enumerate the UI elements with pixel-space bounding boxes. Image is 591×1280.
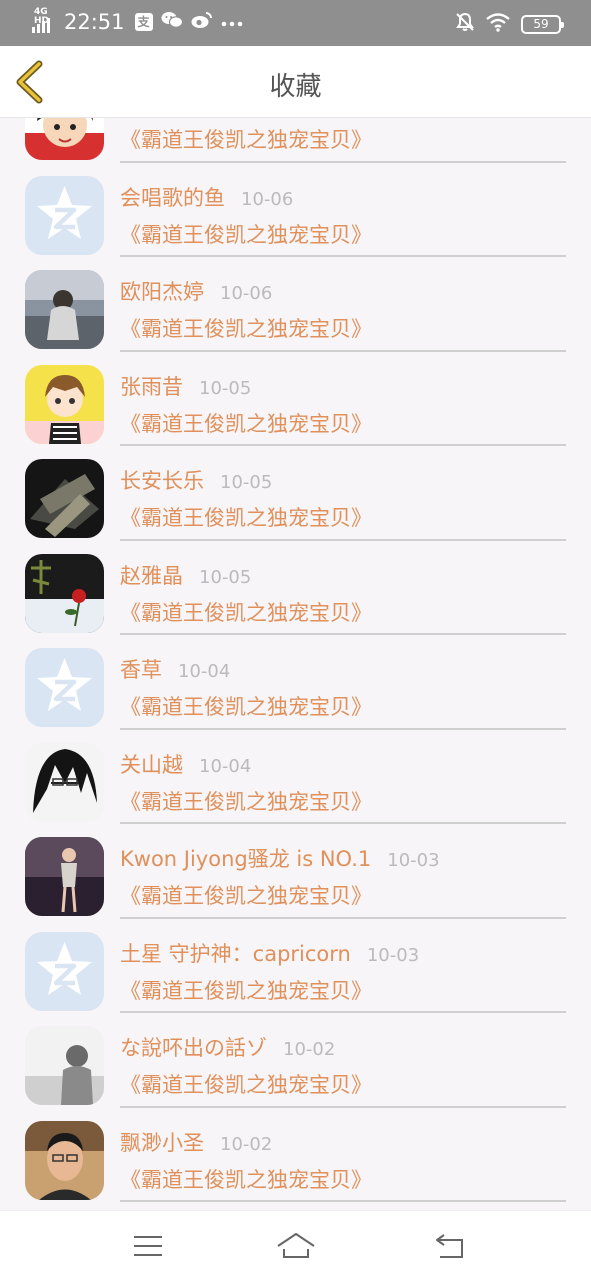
avatar[interactable]	[25, 459, 104, 538]
favorite-date: 10-06	[220, 283, 273, 304]
avatar[interactable]	[25, 364, 104, 444]
avatar[interactable]	[25, 1120, 104, 1200]
favorite-date: 10-05	[220, 472, 273, 493]
menu-icon	[134, 1236, 162, 1256]
favorite-story-link[interactable]: 《霸道王俊凯之独宠宝贝》	[120, 691, 372, 721]
user-name: 欧阳杰婷	[120, 280, 204, 304]
user-name: Kwon Jiyong骚龙 is NO.1	[120, 847, 372, 871]
home-icon	[277, 1233, 315, 1258]
favorite-date: 10-06	[241, 188, 294, 210]
user-name: 张雨昔	[120, 374, 183, 399]
list-item[interactable]: 香草 10-04 《霸道王俊凯之独宠宝贝》	[0, 635, 591, 730]
user-name: 长安长乐	[120, 469, 204, 493]
list-item[interactable]: 长安长乐 10-05 《霸道王俊凯之独宠宝贝》	[0, 446, 591, 541]
list-item[interactable]: Kwon Jiyong骚龙 is NO.1 10-03 《霸道王俊凯之独宠宝贝》	[0, 824, 591, 919]
page-title: 收藏	[269, 72, 322, 102]
avatar[interactable]	[25, 1026, 104, 1105]
avatar[interactable]	[25, 931, 104, 1011]
cellular-signal-icon: 4G HD	[32, 8, 58, 36]
menu-button[interactable]	[130, 1229, 166, 1263]
user-name: 香草	[120, 658, 162, 682]
favorite-date: 10-05	[199, 566, 252, 588]
avatar[interactable]	[25, 553, 104, 633]
wifi-icon	[485, 12, 511, 36]
avatar[interactable]	[25, 118, 104, 160]
avatar[interactable]	[25, 648, 104, 727]
status-bar: 4G HD 22:51 支 59	[0, 0, 591, 46]
list-item[interactable]: 土星 守护神：capricorn 10-03 《霸道王俊凯之独宠宝贝》	[0, 919, 591, 1013]
mute-bell-icon	[455, 12, 475, 36]
favorite-story-link[interactable]: 《霸道王俊凯之独宠宝贝》	[120, 502, 372, 532]
clock: 22:51	[64, 10, 125, 34]
list-item[interactable]: 飘渺小圣 10-02 《霸道王俊凯之独宠宝贝》	[0, 1108, 591, 1202]
favorite-story-link[interactable]: 《霸道王俊凯之独宠宝贝》	[120, 597, 372, 627]
list-item[interactable]: 张雨昔 10-05 《霸道王俊凯之独宠宝贝》	[0, 352, 591, 446]
status-right: 59	[455, 12, 564, 36]
favorite-date: 10-04	[199, 755, 252, 777]
favorite-date: 10-02	[283, 1039, 336, 1060]
user-name: 关山越	[120, 752, 183, 777]
favorite-date: 10-02	[220, 1133, 273, 1155]
list-item[interactable]: 关山越 10-04 《霸道王俊凯之独宠宝贝》	[0, 730, 591, 824]
return-icon	[436, 1234, 463, 1258]
favorite-story-link[interactable]: 《霸道王俊凯之独宠宝贝》	[120, 408, 372, 438]
favorite-date: 10-03	[366, 944, 420, 966]
weibo-icon	[191, 11, 213, 33]
more-dots-icon	[221, 13, 243, 31]
list-item[interactable]: 《霸道王俊凯之独宠宝贝》	[0, 118, 591, 163]
favorite-story-link[interactable]: 《霸道王俊凯之独宠宝贝》	[120, 219, 372, 249]
favorite-date: 10-05	[199, 377, 252, 399]
status-left: 4G HD 22:51 支	[32, 8, 243, 36]
list-item[interactable]: 会唱歌的鱼 10-06 《霸道王俊凯之独宠宝贝》	[0, 163, 591, 257]
favorite-story-link[interactable]: 《霸道王俊凯之独宠宝贝》	[120, 880, 372, 910]
battery-indicator: 59	[521, 14, 564, 34]
bottom-nav-bar	[0, 1210, 591, 1280]
list-item[interactable]: 欧阳杰婷 10-06 《霸道王俊凯之独宠宝贝》	[0, 257, 591, 352]
favorite-story-link[interactable]: 《霸道王俊凯之独宠宝贝》	[120, 313, 372, 343]
avatar[interactable]	[25, 742, 104, 822]
avatar[interactable]	[25, 837, 104, 916]
favorites-list[interactable]: 《霸道王俊凯之独宠宝贝》 会唱歌的鱼 10-06 《霸道王俊凯之独宠宝贝》 欧阳…	[0, 118, 591, 1210]
favorite-story-link[interactable]: 《霸道王俊凯之独宠宝贝》	[120, 786, 372, 816]
divider	[120, 1200, 566, 1202]
user-name: 土星 守护神：capricorn	[120, 941, 351, 966]
user-name: 会唱歌的鱼	[120, 185, 225, 210]
list-item[interactable]: な說吥出の話ゾ 10-02 《霸道王俊凯之独宠宝贝》	[0, 1013, 591, 1108]
favorite-story-link[interactable]: 《霸道王俊凯之独宠宝贝》	[120, 124, 372, 154]
user-name: な說吥出の話ゾ	[120, 1036, 267, 1060]
favorite-date: 10-04	[178, 661, 231, 682]
home-button[interactable]	[276, 1229, 316, 1263]
list-item[interactable]: 赵雅晶 10-05 《霸道王俊凯之独宠宝贝》	[0, 541, 591, 635]
wechat-icon	[161, 11, 183, 33]
favorite-story-link[interactable]: 《霸道王俊凯之独宠宝贝》	[120, 1164, 372, 1194]
favorite-story-link[interactable]: 《霸道王俊凯之独宠宝贝》	[120, 975, 372, 1005]
avatar[interactable]	[25, 175, 104, 255]
nav-bar: 收藏	[0, 46, 591, 118]
alipay-icon: 支	[134, 13, 153, 31]
return-button[interactable]	[432, 1229, 468, 1263]
favorite-date: 10-03	[387, 850, 440, 871]
user-name: 飘渺小圣	[120, 1130, 204, 1155]
user-name: 赵雅晶	[120, 563, 183, 588]
favorite-story-link[interactable]: 《霸道王俊凯之独宠宝贝》	[120, 1069, 372, 1099]
avatar[interactable]	[25, 270, 104, 349]
